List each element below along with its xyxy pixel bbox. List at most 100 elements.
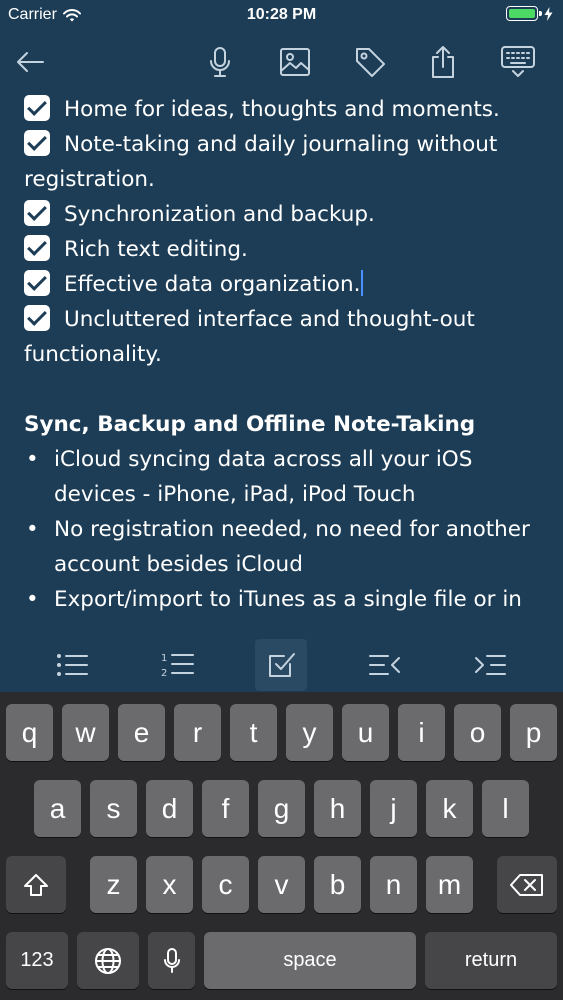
globe-icon: [95, 947, 121, 974]
battery-level: [509, 9, 535, 18]
key-i[interactable]: i: [398, 704, 445, 761]
back-button[interactable]: [8, 40, 52, 84]
outdent-button[interactable]: [359, 639, 411, 691]
key-u[interactable]: u: [342, 704, 389, 761]
svg-text:1: 1: [161, 653, 167, 664]
key-x[interactable]: x: [146, 856, 193, 913]
bullet-item-text: Export/import to iTunes as a single file…: [54, 587, 522, 612]
key-a[interactable]: a: [34, 780, 81, 837]
key-s[interactable]: s: [90, 780, 137, 837]
checklist-item-text: Home for ideas, thoughts and moments.: [64, 97, 500, 122]
hide-keyboard-button[interactable]: [496, 40, 540, 84]
checklist-item-text: Effective data organization.: [64, 272, 361, 297]
status-right: [506, 6, 553, 21]
key-j[interactable]: j: [370, 780, 417, 837]
bullet-list-button[interactable]: [46, 639, 98, 691]
tag-button[interactable]: [348, 40, 392, 84]
key-y[interactable]: y: [286, 704, 333, 761]
battery-tip: [539, 11, 542, 16]
key-v[interactable]: v: [258, 856, 305, 913]
svg-text:2: 2: [161, 668, 167, 679]
checklist-button[interactable]: [255, 639, 307, 691]
checklist-item-text: Note-taking and daily journaling without…: [24, 132, 498, 192]
bullet-item: • No registration needed, no need for an…: [24, 512, 554, 582]
key-r[interactable]: r: [174, 704, 221, 761]
bullet-symbol: •: [26, 587, 39, 612]
key-n[interactable]: n: [370, 856, 417, 913]
key-o[interactable]: o: [454, 704, 501, 761]
key-d[interactable]: d: [146, 780, 193, 837]
space-key[interactable]: space: [204, 932, 416, 989]
section-heading: Sync, Backup and Offline Note-Taking: [24, 412, 476, 437]
note-toolbar: [0, 32, 563, 90]
checkbox-checked[interactable]: [24, 270, 50, 296]
tag-icon: [356, 48, 385, 77]
share-icon: [432, 46, 454, 78]
checkbox-checked[interactable]: [24, 95, 50, 121]
checkbox-checked[interactable]: [24, 235, 50, 261]
checklist-item-text: Uncluttered interface and thought-out fu…: [24, 307, 475, 367]
key-t[interactable]: t: [230, 704, 277, 761]
status-bar: Carrier 10:28 PM: [0, 0, 563, 32]
bullet-item-text: iCloud syncing data across all your iOS …: [54, 447, 473, 507]
key-h[interactable]: h: [314, 780, 361, 837]
keyboard-dismiss-icon: [501, 46, 535, 77]
key-f[interactable]: f: [202, 780, 249, 837]
bullet-list-icon: [57, 654, 88, 676]
text-cursor: [361, 270, 364, 296]
note-editor[interactable]: Home for ideas, thoughts and moments. No…: [24, 92, 554, 632]
key-l[interactable]: l: [482, 780, 529, 837]
numbers-key[interactable]: 123: [6, 932, 68, 989]
backspace-icon: [510, 873, 543, 896]
on-screen-keyboard: q w e r t y u i o p a s d f g h j k l z …: [0, 692, 563, 1000]
key-p[interactable]: p: [510, 704, 557, 761]
status-time: 10:28 PM: [246, 6, 317, 23]
key-z[interactable]: z: [90, 856, 137, 913]
checklist-item: Note-taking and daily journaling without…: [24, 127, 554, 197]
shift-key[interactable]: [6, 856, 66, 913]
share-button[interactable]: [421, 40, 465, 84]
key-w[interactable]: w: [62, 704, 109, 761]
checkbox-checked[interactable]: [24, 305, 50, 331]
microphone-icon: [163, 947, 180, 973]
checklist-item: Home for ideas, thoughts and moments.: [24, 92, 554, 127]
outdent-icon: [369, 655, 400, 675]
bullet-item: • Export/import to iTunes as a single fi…: [24, 582, 554, 617]
bullet-item-text: No registration needed, no need for anot…: [54, 517, 530, 577]
key-q[interactable]: q: [6, 704, 53, 761]
globe-key[interactable]: [77, 932, 139, 989]
indent-icon: [475, 655, 506, 675]
backspace-key[interactable]: [497, 856, 557, 913]
checkbox-checked[interactable]: [24, 130, 50, 156]
checklist-item: Effective data organization.: [24, 267, 554, 302]
checklist-item-text: Rich text editing.: [64, 237, 248, 262]
key-b[interactable]: b: [314, 856, 361, 913]
image-icon: [280, 48, 310, 76]
key-m[interactable]: m: [426, 856, 473, 913]
key-g[interactable]: g: [258, 780, 305, 837]
numbered-list-icon: 1 2: [161, 653, 194, 679]
checklist-icon: [269, 653, 295, 677]
checklist-item: Synchronization and backup.: [24, 197, 554, 232]
checklist-item: Rich text editing.: [24, 232, 554, 267]
battery-icon: [506, 6, 542, 21]
key-c[interactable]: c: [202, 856, 249, 913]
charging-bolt-icon: [544, 6, 553, 21]
dictation-key[interactable]: [148, 932, 195, 989]
bullet-item: • iCloud syncing data across all your iO…: [24, 442, 554, 512]
numbered-list-button[interactable]: 1 2: [151, 639, 203, 691]
checklist-item-text: Synchronization and backup.: [64, 202, 375, 227]
checklist-item: Uncluttered interface and thought-out fu…: [24, 302, 554, 372]
checkbox-checked[interactable]: [24, 200, 50, 226]
indent-button[interactable]: [464, 639, 516, 691]
microphone-icon: [210, 47, 230, 77]
shift-icon: [24, 873, 48, 896]
dictation-button[interactable]: [198, 40, 242, 84]
return-key[interactable]: return: [425, 932, 557, 989]
key-k[interactable]: k: [426, 780, 473, 837]
key-e[interactable]: e: [118, 704, 165, 761]
insert-image-button[interactable]: [273, 40, 317, 84]
bullet-symbol: •: [26, 447, 39, 472]
bullet-symbol: •: [26, 517, 39, 542]
back-arrow-icon: [17, 52, 44, 72]
